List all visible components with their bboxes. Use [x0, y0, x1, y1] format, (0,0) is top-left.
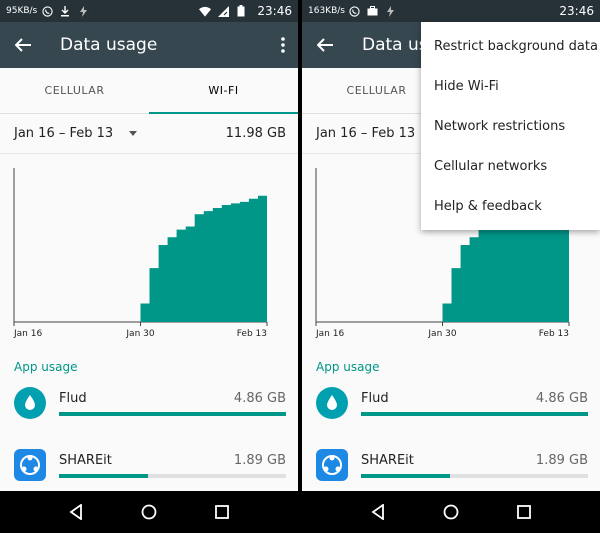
app-name: SHAREit — [59, 452, 112, 468]
app-name: Flud — [59, 390, 87, 406]
app-size: 1.89 GB — [233, 452, 286, 468]
cycle-range: Jan 16 – Feb 13 — [316, 126, 416, 141]
overflow-menu-button[interactable] — [268, 22, 298, 68]
shareit-icon — [315, 448, 349, 482]
usage-bar — [361, 411, 588, 416]
app-name: SHAREit — [361, 452, 414, 468]
section-label: App usage — [316, 360, 380, 374]
nav-bar — [302, 491, 600, 533]
screen-right: 163KB/s 23:46 Data usage CELLULAR WI-FI … — [302, 0, 600, 533]
app-info: Flud 4.86 GB — [361, 391, 588, 416]
screens: 95KB/s 23:46 Data usage CELLULAR WI-FI J… — [0, 0, 600, 533]
app-name: Flud — [361, 390, 389, 406]
whatsapp-icon — [41, 5, 53, 17]
x-tick-label: Jan 30 — [427, 329, 456, 339]
app-bar: Data usage — [0, 22, 298, 68]
usage-bar — [361, 473, 588, 478]
x-tick-label: Jan 16 — [13, 329, 42, 339]
flash-icon — [385, 5, 397, 17]
flash-icon — [77, 5, 89, 17]
menu-item-network-restrictions[interactable]: Network restrictions — [421, 106, 600, 146]
menu-item-hide-wifi[interactable]: Hide Wi-Fi — [421, 66, 600, 106]
whatsapp-icon — [349, 5, 361, 17]
page-title: Data usage — [60, 35, 158, 55]
network-speed: 163KB/s — [308, 6, 345, 16]
back-arrow-icon — [15, 38, 31, 52]
app-size: 1.89 GB — [535, 452, 588, 468]
square-recents-icon — [214, 505, 229, 519]
overflow-menu: Restrict background data Hide Wi-Fi Netw… — [421, 22, 600, 230]
app-row-flud[interactable]: Flud 4.86 GB — [0, 378, 298, 428]
triangle-back-icon — [371, 504, 385, 520]
nav-back-button[interactable] — [61, 497, 91, 527]
battery-icon — [235, 5, 247, 17]
tab-wifi[interactable]: WI-FI — [149, 68, 298, 114]
usage-bar-fill — [59, 473, 148, 478]
cycle-selector[interactable]: Jan 16 – Feb 13 11.98 GB — [0, 114, 298, 154]
usage-bar — [59, 473, 286, 478]
x-tick-label: Jan 30 — [125, 329, 154, 339]
nav-bar — [0, 491, 298, 533]
clock: 23:46 — [559, 4, 594, 18]
nav-recents-button[interactable] — [207, 497, 237, 527]
flud-icon — [13, 386, 47, 420]
usage-bar-fill — [59, 411, 286, 416]
usage-chart: Jan 16 Jan 30 Feb 13 — [13, 168, 268, 339]
circle-home-icon — [141, 504, 157, 520]
menu-item-cellular-networks[interactable]: Cellular networks — [421, 146, 600, 186]
usage-bar — [59, 411, 286, 416]
app-row-flud[interactable]: Flud 4.86 GB — [302, 378, 600, 428]
nav-recents-button[interactable] — [509, 497, 539, 527]
back-arrow-icon — [317, 38, 333, 52]
nav-back-button[interactable] — [363, 497, 393, 527]
x-tick-label: Feb 13 — [237, 329, 267, 339]
x-tick-label: Feb 13 — [539, 329, 569, 339]
status-bar: 95KB/s 23:46 — [0, 0, 298, 22]
usage-bar-fill — [361, 473, 450, 478]
app-info: SHAREit 1.89 GB — [361, 453, 588, 478]
back-button[interactable] — [302, 22, 348, 68]
app-info: SHAREit 1.89 GB — [59, 453, 286, 478]
tab-cellular[interactable]: CELLULAR — [0, 68, 149, 113]
cycle-range: Jan 16 – Feb 13 — [14, 126, 114, 141]
clock: 23:46 — [257, 4, 292, 18]
square-recents-icon — [516, 505, 531, 519]
briefcase-icon — [367, 5, 379, 17]
more-vert-icon — [281, 37, 285, 53]
dropdown-arrow-icon — [129, 131, 138, 136]
menu-item-help-feedback[interactable]: Help & feedback — [421, 186, 600, 226]
flud-icon — [315, 386, 349, 420]
nav-home-button[interactable] — [134, 497, 164, 527]
back-button[interactable] — [0, 22, 46, 68]
nav-home-button[interactable] — [436, 497, 466, 527]
download-icon — [59, 5, 71, 17]
network-speed: 95KB/s — [6, 6, 38, 16]
status-bar: 163KB/s 23:46 — [302, 0, 600, 22]
tabs: CELLULAR WI-FI — [0, 68, 298, 114]
app-row-shareit[interactable]: SHAREit 1.89 GB — [0, 440, 298, 490]
usage-bar-fill — [361, 411, 588, 416]
menu-item-restrict-background-data[interactable]: Restrict background data — [421, 26, 600, 66]
usage-area-series — [14, 191, 267, 322]
total-usage: 11.98 GB — [225, 126, 286, 141]
triangle-back-icon — [69, 504, 83, 520]
signal-icon — [217, 5, 229, 17]
screen-left: 95KB/s 23:46 Data usage CELLULAR WI-FI J… — [0, 0, 298, 533]
app-size: 4.86 GB — [535, 390, 588, 406]
shareit-icon — [13, 448, 47, 482]
app-size: 4.86 GB — [233, 390, 286, 406]
app-row-shareit[interactable]: SHAREit 1.89 GB — [302, 440, 600, 490]
wifi-icon — [199, 5, 212, 17]
circle-home-icon — [443, 504, 459, 520]
app-info: Flud 4.86 GB — [59, 391, 286, 416]
x-tick-label: Jan 16 — [315, 329, 344, 339]
section-label: App usage — [14, 360, 78, 374]
